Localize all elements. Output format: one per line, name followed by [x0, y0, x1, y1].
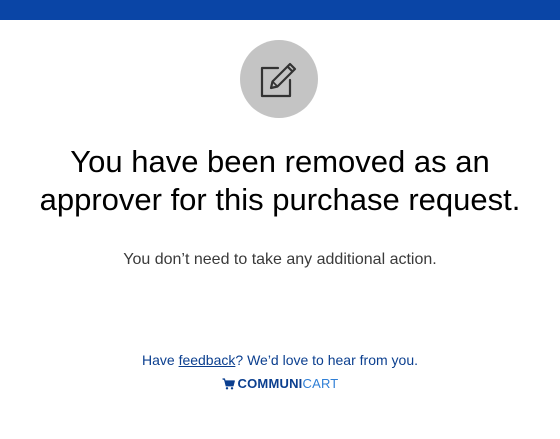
feedback-suffix: ? We’d love to hear from you. [235, 352, 418, 368]
subtext-message: You don’t need to take any additional ac… [123, 251, 437, 268]
top-header-bar [0, 0, 560, 20]
edit-status-badge [240, 40, 318, 118]
headline-line-1: You have been removed as an [70, 144, 490, 179]
cart-icon [222, 378, 235, 390]
brand-name-part1: COMMUNI [237, 376, 303, 391]
feedback-link[interactable]: feedback [179, 352, 236, 368]
feedback-line: Have feedback? We’d love to hear from yo… [0, 351, 560, 369]
headline-line-2: approver for this purchase request. [39, 182, 521, 217]
brand-logo: COMMUNICART [0, 376, 560, 392]
edit-icon [260, 62, 297, 98]
feedback-prefix: Have [141, 352, 179, 368]
brand-name-part2: CART [302, 376, 339, 391]
page-title: You have been removed as an approver for… [0, 143, 560, 219]
